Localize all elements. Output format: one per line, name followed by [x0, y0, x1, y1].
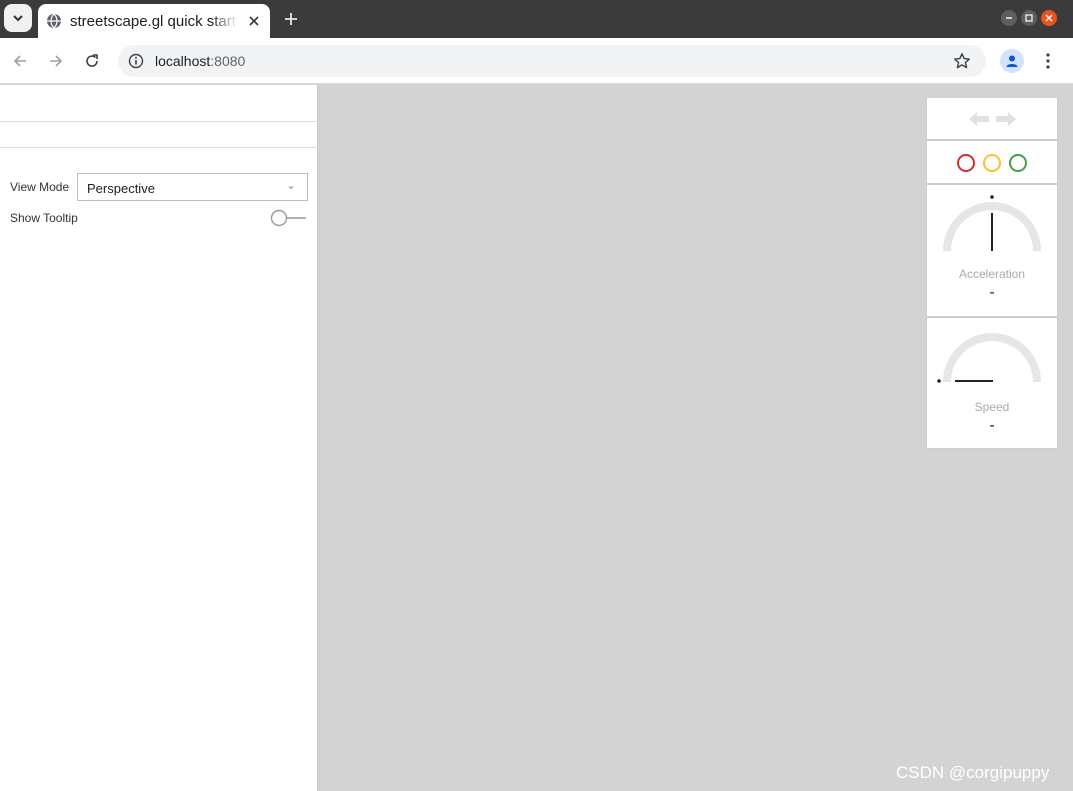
- meter-panel: Acceleration - Speed -: [926, 97, 1058, 449]
- tab-title: streetscape.gl quick start: [70, 12, 236, 30]
- watermark-text: CSDN @corgipuppy: [896, 763, 1050, 782]
- show-tooltip-label: Show Tooltip: [10, 211, 78, 225]
- view-mode-label: View Mode: [10, 180, 70, 194]
- new-tab-button[interactable]: [280, 8, 302, 30]
- tab-close-icon[interactable]: [246, 13, 262, 29]
- globe-icon: [46, 13, 62, 29]
- site-info-icon[interactable]: [126, 51, 146, 71]
- speed-gauge: [937, 333, 1041, 383]
- browser-menu-button[interactable]: [1038, 49, 1058, 73]
- browser-title-bar: streetscape.gl quick start: [0, 0, 1073, 38]
- turn-right-icon: [996, 112, 1016, 126]
- tab-search-button[interactable]: [4, 4, 32, 32]
- speed-label: Speed: [974, 400, 1010, 414]
- speed-meter: Speed -: [927, 318, 1057, 448]
- person-icon: [1006, 55, 1018, 67]
- divider: [0, 121, 318, 122]
- back-button[interactable]: [8, 49, 32, 73]
- address-bar[interactable]: localhost:8080: [118, 45, 986, 77]
- acceleration-label: Acceleration: [958, 267, 1026, 281]
- traffic-light-section: [927, 141, 1057, 185]
- maximize-icon: [1025, 14, 1033, 22]
- acceleration-gauge: [943, 195, 1041, 252]
- green-light-icon: [1009, 154, 1027, 172]
- url-port: :8080: [210, 53, 246, 69]
- turn-left-icon: [969, 112, 989, 126]
- profile-button[interactable]: [1000, 49, 1024, 73]
- chevron-down-icon: [13, 15, 23, 22]
- minimize-icon: [1006, 17, 1012, 19]
- red-light-icon: [957, 154, 975, 172]
- browser-tab[interactable]: streetscape.gl quick start: [38, 4, 270, 38]
- view-mode-value: Perspective: [87, 181, 155, 196]
- acceleration-meter: Acceleration -: [927, 185, 1057, 318]
- window-controls: [1001, 10, 1057, 26]
- speed-value: -: [989, 417, 995, 434]
- url-host: localhost: [155, 53, 211, 69]
- plus-icon: [285, 13, 297, 25]
- acceleration-value: -: [989, 284, 995, 301]
- url-text[interactable]: localhost:8080: [155, 53, 245, 69]
- dropdown-caret-icon: [287, 184, 295, 192]
- browser-toolbar: localhost:8080: [0, 38, 1073, 84]
- view-mode-row: View Mode Perspective: [10, 173, 308, 201]
- show-tooltip-toggle[interactable]: [270, 208, 308, 228]
- bookmark-star-icon[interactable]: [952, 51, 972, 71]
- minimize-button[interactable]: [1001, 10, 1017, 26]
- show-tooltip-row: Show Tooltip: [10, 207, 308, 229]
- kebab-menu-icon: [1046, 53, 1050, 69]
- yellow-light-icon: [983, 154, 1001, 172]
- reload-button[interactable]: [80, 49, 104, 73]
- maximize-button[interactable]: [1021, 10, 1037, 26]
- reload-icon: [86, 54, 98, 67]
- arrow-left-icon: [13, 55, 26, 67]
- divider: [0, 147, 318, 148]
- forward-button[interactable]: [44, 49, 68, 73]
- arrow-right-icon: [50, 55, 63, 67]
- turn-signal-section: [927, 98, 1057, 141]
- close-icon: [1045, 14, 1053, 22]
- close-window-button[interactable]: [1041, 10, 1057, 26]
- control-panel: View Mode Perspective Show Tooltip: [0, 85, 318, 791]
- view-mode-select[interactable]: Perspective: [77, 173, 308, 201]
